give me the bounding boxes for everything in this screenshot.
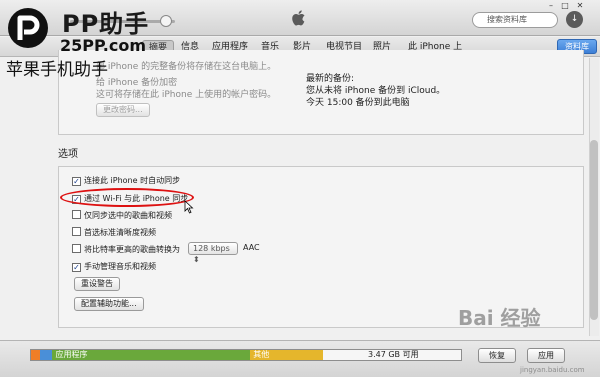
pp-brand-url: 25PP.com	[60, 36, 147, 55]
capacity-segment-other: 其他	[250, 350, 324, 360]
baidu-watermark: Bai 经验	[458, 306, 541, 330]
checkbox-icon[interactable]: ✓	[72, 177, 81, 186]
maximize-button[interactable]: □	[560, 2, 570, 10]
pp-assistant-logo	[8, 8, 48, 48]
reset-warnings-button[interactable]: 重设警告	[74, 277, 120, 291]
bitrate-select[interactable]: 128 kbps ⬍	[188, 242, 238, 264]
option-label: 连接此 iPhone 时自动同步	[84, 176, 181, 185]
checkbox-icon[interactable]	[72, 227, 81, 236]
option-sync-checked-only[interactable]: 仅同步选中的歌曲和视频	[72, 210, 172, 221]
download-button[interactable]: ↓	[566, 11, 583, 28]
option-label: 将比特率更高的歌曲转换为	[84, 245, 180, 254]
minimize-button[interactable]: –	[546, 2, 556, 10]
bitrate-value: 128 kbps	[193, 244, 230, 253]
checkbox-icon[interactable]: ✓	[72, 263, 81, 272]
free-space-label: 3.47 GB 可用	[368, 350, 419, 359]
options-section-title: 选项	[58, 149, 78, 160]
close-button[interactable]: ✕	[575, 2, 585, 10]
capacity-segment-audio	[31, 350, 40, 360]
capacity-segment-apps: 应用程序	[52, 350, 251, 360]
option-label: 手动管理音乐和视频	[84, 262, 156, 271]
option-label: 仅同步选中的歌曲和视频	[84, 211, 172, 220]
capacity-segment-video	[39, 350, 53, 360]
apply-button[interactable]: 应用	[527, 348, 565, 363]
option-manual-manage[interactable]: ✓ 手动管理音乐和视频	[72, 261, 156, 272]
apple-logo-icon	[292, 10, 305, 26]
option-label: 首选标准清晰度视频	[84, 228, 156, 237]
latest-backup-computer: 今天 15:00 备份到此电脑	[306, 98, 410, 108]
option-convert-bitrate[interactable]: 将比特率更高的歌曲转换为	[72, 244, 180, 255]
search-input[interactable]: 搜索资料库	[472, 12, 558, 28]
baidu-watermark-url: jingyan.baidu.com	[520, 366, 585, 374]
pp-brand-title: PP助手	[62, 10, 150, 38]
change-password-button[interactable]: 更改密码...	[96, 103, 150, 117]
mouse-cursor-icon	[184, 200, 194, 214]
checkbox-icon[interactable]	[72, 210, 81, 219]
bitrate-format-label: AAC	[243, 243, 260, 252]
highlight-annotation	[60, 188, 194, 207]
checkbox-icon[interactable]	[72, 244, 81, 253]
pp-app-name: 苹果手机助手	[6, 60, 108, 80]
option-auto-sync[interactable]: ✓ 连接此 iPhone 时自动同步	[72, 175, 180, 186]
configure-accessibility-button[interactable]: 配置辅助功能...	[74, 297, 144, 311]
encrypt-backup-description: 这可将存储在此 iPhone 上使用的帐户密码。	[96, 90, 277, 100]
option-prefer-sd-video[interactable]: 首选标准清晰度视频	[72, 227, 156, 238]
backup-description: 部 iPhone 的完整备份将存储在这台电脑上。	[96, 62, 277, 72]
revert-button[interactable]: 恢复	[478, 348, 516, 363]
volume-slider-knob[interactable]	[160, 15, 172, 27]
scrollbar-thumb[interactable]	[590, 140, 598, 320]
